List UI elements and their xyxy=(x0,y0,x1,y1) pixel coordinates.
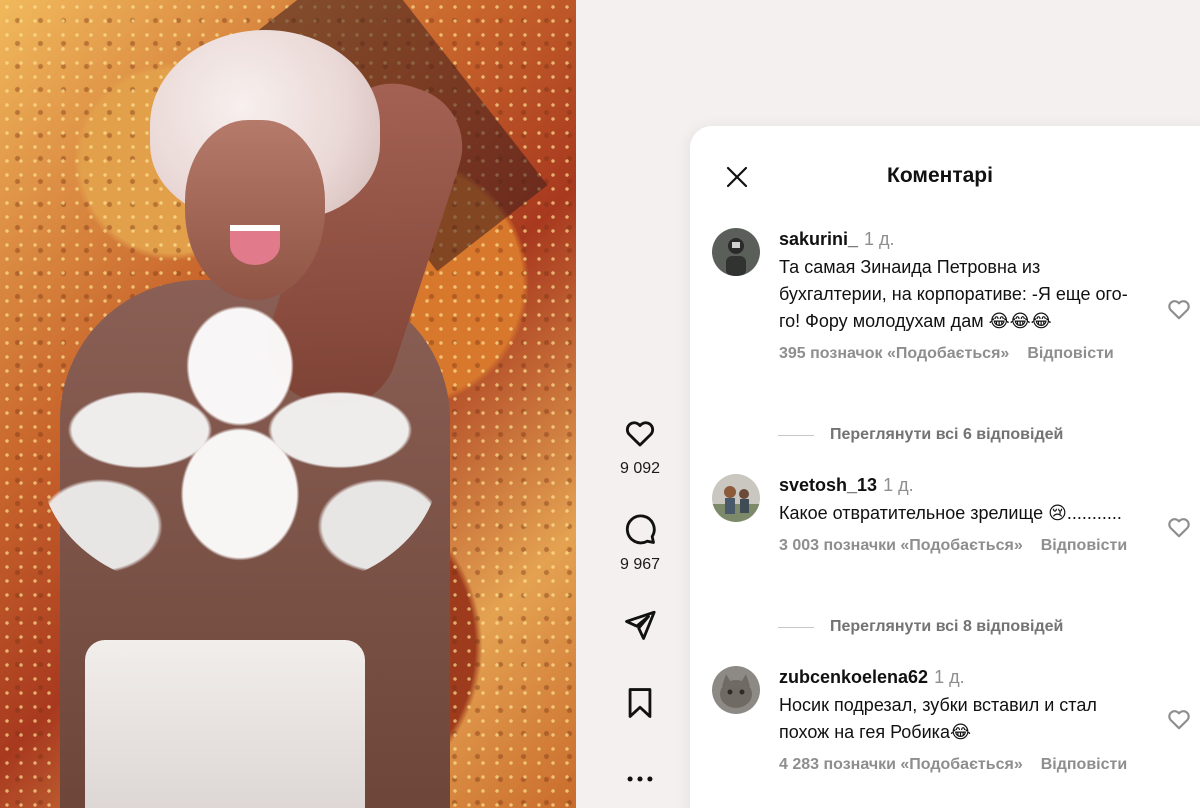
panel-title: Коментарі xyxy=(887,164,993,187)
reply-button[interactable]: Відповісти xyxy=(1041,756,1127,773)
comment-text: Та самая Зинаида Петровна из бухгалтерии… xyxy=(779,257,1128,331)
divider xyxy=(778,434,814,436)
comment-time: 1 д. xyxy=(934,667,965,687)
performer-mouth xyxy=(230,225,280,265)
view-replies-button[interactable]: Переглянути всі 8 відповідей xyxy=(778,618,1063,636)
comment-username[interactable]: svetosh_13 xyxy=(779,475,877,495)
heart-icon[interactable] xyxy=(1166,706,1192,732)
comment-icon[interactable] xyxy=(623,512,657,546)
heart-icon[interactable] xyxy=(1166,514,1192,540)
comment-likes[interactable]: 3 003 позначки «Подобається» xyxy=(779,537,1023,554)
comment-header: zubcenkoelena62 1 д. xyxy=(779,666,1129,688)
comment-likes[interactable]: 395 позначок «Подобається» xyxy=(779,345,1009,362)
comment-header: sakurini_ 1 д. xyxy=(779,228,1129,250)
comment-text: Носик подрезал, зубки вставил и стал пох… xyxy=(779,695,1097,742)
reply-button[interactable]: Відповісти xyxy=(1041,537,1127,554)
reel-video[interactable] xyxy=(0,0,576,808)
performer-skirt xyxy=(85,640,365,808)
comment-time: 1 д. xyxy=(864,229,895,249)
panel-header: Коментарі xyxy=(690,126,1200,226)
divider xyxy=(778,626,814,628)
comment-body: svetosh_13 1 д. Какое отвратительное зрел… xyxy=(779,474,1129,555)
comment-time: 1 д. xyxy=(883,475,914,495)
comment-meta: 395 позначок «Подобається» Відповісти xyxy=(779,345,1129,363)
comment-body: zubcenkoelena62 1 д. Носик подрезал, зубк… xyxy=(779,666,1129,774)
share-action[interactable] xyxy=(576,608,704,642)
comment-header: svetosh_13 1 д. xyxy=(779,474,1129,496)
action-rail: 9 092 9 967 xyxy=(576,0,704,808)
view-replies-button[interactable]: Переглянути всі 6 відповідей xyxy=(778,426,1063,444)
avatar[interactable] xyxy=(712,666,760,714)
comments-panel: Коментарі sakurini_ 1 д. Та самая Зинаида… xyxy=(690,126,1200,808)
comment-count: 9 967 xyxy=(619,556,661,573)
save-action[interactable] xyxy=(576,686,704,720)
comment-username[interactable]: zubcenkoelena62 xyxy=(779,667,928,687)
performer-costume xyxy=(40,270,440,590)
comment-body: sakurini_ 1 д. Та самая Зинаида Петровна … xyxy=(779,228,1129,363)
like-count: 9 092 xyxy=(619,460,661,477)
view-replies-label: Переглянути всі 6 відповідей xyxy=(830,426,1064,443)
like-action[interactable]: 9 092 xyxy=(576,416,704,478)
view-replies-label: Переглянути всі 8 відповідей xyxy=(830,618,1064,635)
comment-meta: 4 283 позначки «Подобається» Відповісти xyxy=(779,756,1129,774)
reply-button[interactable]: Відповісти xyxy=(1027,345,1113,362)
share-icon[interactable] xyxy=(623,608,657,642)
comment-meta: 3 003 позначки «Подобається» Відповісти xyxy=(779,537,1129,555)
avatar[interactable] xyxy=(712,228,760,276)
bookmark-icon[interactable] xyxy=(623,686,657,720)
heart-icon[interactable] xyxy=(623,416,657,450)
more-action[interactable] xyxy=(576,762,704,796)
heart-icon[interactable] xyxy=(1166,296,1192,322)
comment-text: Какое отвратительное зрелище 😢..........… xyxy=(779,503,1122,523)
comment-username[interactable]: sakurini_ xyxy=(779,229,858,249)
comment-likes[interactable]: 4 283 позначки «Подобається» xyxy=(779,756,1023,773)
avatar[interactable] xyxy=(712,474,760,522)
comment-action[interactable]: 9 967 xyxy=(576,512,704,574)
more-icon[interactable] xyxy=(623,762,657,796)
